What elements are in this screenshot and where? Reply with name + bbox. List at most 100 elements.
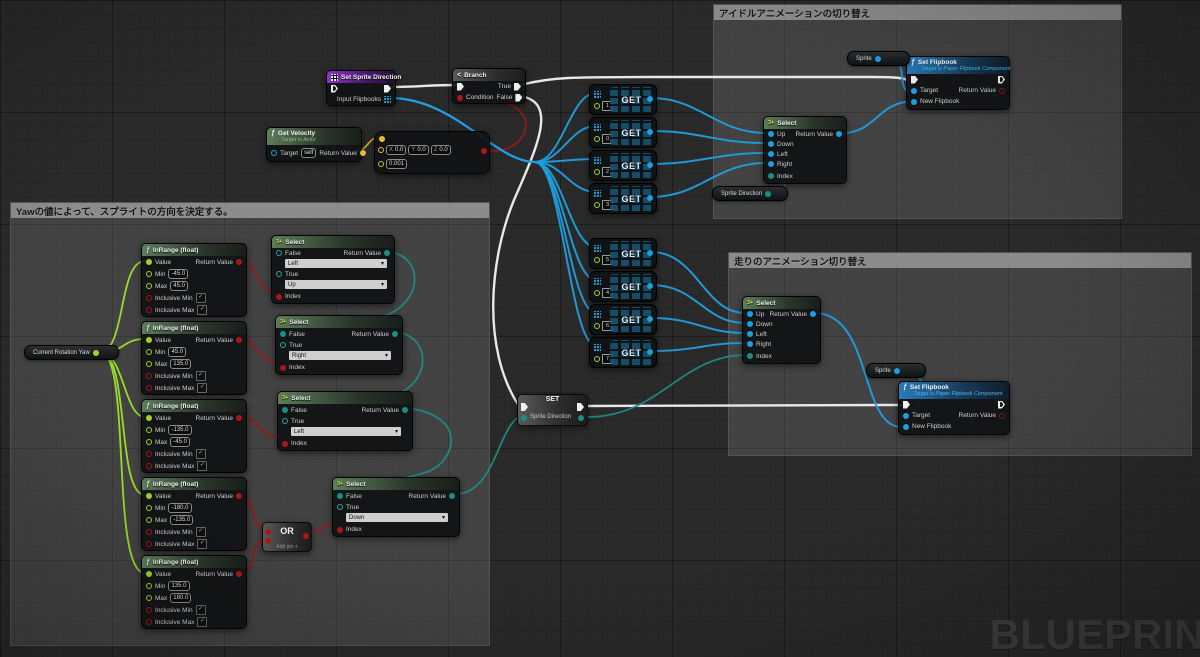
self-value[interactable]: self	[301, 148, 317, 158]
result-pin[interactable]	[481, 148, 487, 154]
false-pin[interactable]	[337, 493, 343, 499]
branch-node[interactable]: < Branch True Condition False	[452, 68, 526, 104]
flipbook-array-pin[interactable]	[384, 96, 391, 103]
select-flipbook-idle-node[interactable]: 3+ Select Up Return Value Down Left Right…	[763, 116, 847, 184]
select-direction-node-4[interactable]: 3+ Select False Return Value True Down ▾ I…	[332, 477, 460, 537]
exec-in-pin[interactable]	[521, 403, 528, 411]
inclusive-min-pin[interactable]	[146, 607, 152, 613]
new-flipbook-pin[interactable]	[911, 98, 917, 105]
false-pin[interactable]	[280, 331, 286, 337]
return-pin[interactable]	[810, 311, 816, 317]
false-option-dropdown[interactable]: Left ▾	[284, 258, 388, 269]
up-pin[interactable]	[747, 311, 753, 317]
inclusive-max-pin[interactable]	[146, 463, 152, 469]
exec-out-pin[interactable]	[577, 403, 584, 411]
up-pin[interactable]	[768, 131, 774, 137]
true-option-dropdown[interactable]: Up ▾	[284, 279, 388, 290]
inclusive-max-pin[interactable]	[146, 307, 152, 313]
true-option-dropdown[interactable]: Right ▾	[288, 350, 392, 361]
get-velocity-node[interactable]: ƒ Get Velocity Target is Actor Target self…	[266, 127, 366, 162]
sprite-out-pin[interactable]	[893, 367, 900, 374]
array-input-pin[interactable]	[594, 190, 601, 197]
array-input-pin[interactable]	[594, 344, 601, 351]
or-output-pin[interactable]	[303, 533, 309, 539]
inclusive-min-checkbox[interactable]: ✓	[195, 371, 206, 381]
vector-compare-node[interactable]: X 0.0 Y 0.0 Z 0.0 0.001	[374, 131, 490, 174]
true-option-dropdown[interactable]: Down ▾	[345, 512, 449, 523]
set-sprite-direction-node[interactable]: Set Sprite Direction Input Flipbooks	[326, 70, 401, 106]
false-pin[interactable]	[282, 407, 288, 413]
inclusive-min-checkbox[interactable]: ✓	[195, 605, 206, 615]
z-field[interactable]: Z 0.0	[430, 145, 451, 155]
inclusive-max-checkbox[interactable]: ✓	[197, 617, 208, 627]
element-out-pin[interactable]	[647, 162, 653, 168]
inrange-node-4[interactable]: ƒ InRange (float) Value Return Value Min -…	[141, 477, 247, 551]
left-pin[interactable]	[768, 151, 774, 157]
sprite-out-pin[interactable]	[874, 55, 881, 62]
index-pin[interactable]	[594, 103, 600, 109]
true-pin[interactable]	[276, 271, 282, 277]
new-flipbook-pin[interactable]	[903, 423, 909, 430]
vector-literal-pin[interactable]	[378, 147, 384, 153]
max-pin[interactable]	[146, 595, 152, 601]
true-option-dropdown[interactable]: Left ▾	[290, 426, 402, 437]
vector-in-pin[interactable]	[379, 136, 385, 142]
select-direction-node-2[interactable]: 3+ Select False Return Value True Right ▾ …	[275, 315, 403, 375]
inrange-node-2[interactable]: ƒ InRange (float) Value Return Value Min 4…	[141, 321, 247, 395]
true-pin[interactable]	[337, 504, 343, 510]
index-pin[interactable]	[594, 356, 600, 362]
index-pin[interactable]	[594, 290, 600, 296]
select-flipbook-run-node[interactable]: 3+ Select Up Return Value Down Left Right…	[742, 296, 821, 364]
index-pin[interactable]	[282, 440, 288, 447]
index-pin[interactable]	[594, 169, 600, 175]
blueprint-canvas[interactable]: アイドルアニメーションの切り替え 走りのアニメーション切り替え Yawの値によっ…	[0, 0, 1200, 657]
return-pin[interactable]	[392, 331, 398, 337]
inclusive-max-checkbox[interactable]: ✓	[197, 461, 208, 471]
array-get-node[interactable]: 1 GET	[589, 84, 657, 115]
return-pin[interactable]	[836, 131, 842, 137]
return-pin[interactable]	[236, 337, 242, 343]
max-pin[interactable]	[146, 517, 152, 523]
or-input-pin-2[interactable]	[265, 538, 271, 544]
x-field[interactable]: X 0.0	[386, 145, 407, 155]
set-flipbook-idle-node[interactable]: ƒ Set Flipbook Target is Paper Flipbook C…	[906, 56, 1010, 110]
target-pin[interactable]	[903, 412, 909, 419]
max-value[interactable]: -45.0	[170, 437, 190, 447]
array-get-node[interactable]: 5 GET	[589, 238, 657, 269]
down-pin[interactable]	[747, 321, 753, 327]
inclusive-max-checkbox[interactable]: ✓	[197, 539, 208, 549]
target-pin[interactable]	[911, 87, 917, 94]
inclusive-min-pin[interactable]	[146, 529, 152, 535]
current-rotation-yaw-pill[interactable]: Current Rotation Yaw	[24, 345, 119, 360]
index-pin[interactable]	[594, 257, 600, 263]
min-value[interactable]: 135.0	[168, 581, 190, 591]
index-pin[interactable]	[594, 202, 600, 208]
right-pin[interactable]	[747, 341, 753, 347]
array-get-node[interactable]: 0 GET	[589, 117, 657, 148]
or-input-pin-1[interactable]	[265, 529, 271, 535]
inclusive-max-checkbox[interactable]: ✓	[197, 305, 208, 315]
inrange-node-3[interactable]: ƒ InRange (float) Value Return Value Min -…	[141, 399, 247, 473]
max-pin[interactable]	[146, 439, 152, 445]
element-out-pin[interactable]	[647, 129, 653, 135]
return-pin[interactable]	[402, 407, 408, 413]
array-input-pin[interactable]	[594, 124, 601, 131]
value-pin[interactable]	[146, 259, 152, 265]
min-pin[interactable]	[146, 271, 152, 277]
value-out-pin[interactable]	[578, 415, 584, 421]
or-node[interactable]: OR Add pin +	[262, 522, 312, 552]
inclusive-min-checkbox[interactable]: ✓	[195, 527, 206, 537]
exec-in-pin[interactable]	[911, 75, 918, 84]
return-pin[interactable]	[999, 412, 1005, 419]
element-out-pin[interactable]	[647, 283, 653, 289]
exec-in-pin[interactable]	[457, 82, 464, 91]
select-direction-node-1[interactable]: 3+ Select False Return Value Left ▾ True U…	[271, 235, 395, 304]
true-pin[interactable]	[280, 342, 286, 348]
sprite-direction-pin[interactable]	[521, 415, 527, 421]
min-value[interactable]: -135.0	[168, 425, 192, 435]
inclusive-max-pin[interactable]	[146, 385, 152, 391]
inclusive-max-pin[interactable]	[146, 619, 152, 625]
max-value[interactable]: 180.0	[170, 593, 192, 603]
index-pin[interactable]	[337, 526, 343, 533]
index-pin[interactable]	[747, 353, 753, 359]
